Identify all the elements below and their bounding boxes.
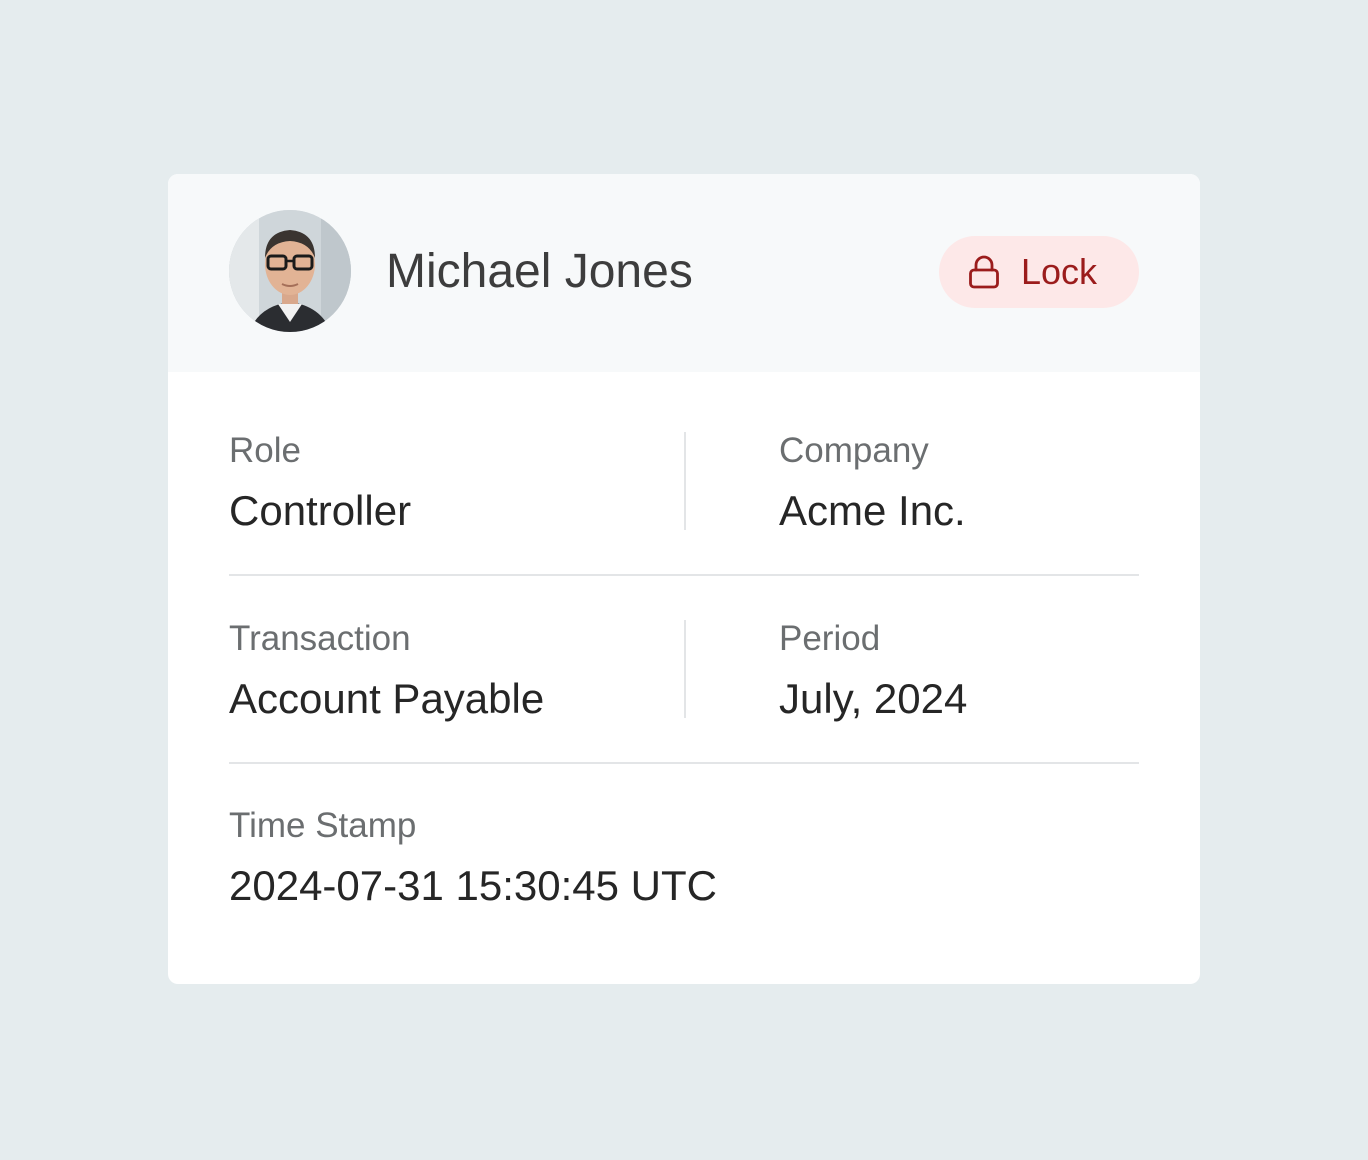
transaction-field: Transaction Account Payable (229, 619, 669, 723)
timestamp-field: Time Stamp 2024-07-31 15:30:45 UTC (229, 806, 929, 910)
timestamp-value: 2024-07-31 15:30:45 UTC (229, 862, 717, 909)
user-name: Michael Jones (386, 245, 693, 298)
role-field: Role Controller (229, 431, 669, 535)
role-value: Controller (229, 487, 412, 534)
period-value: July, 2024 (779, 675, 968, 722)
lock-icon (969, 255, 999, 289)
lock-button-label: Lock (1021, 251, 1098, 292)
company-value: Acme Inc. (779, 487, 966, 534)
avatar-photo (229, 210, 351, 332)
column-divider (684, 432, 686, 530)
card-header: Michael Jones Lock (168, 174, 1200, 372)
row-divider (229, 762, 1139, 764)
period-field: Period July, 2024 (779, 619, 1200, 723)
company-field: Company Acme Inc. (779, 431, 1200, 535)
timestamp-label: Time Stamp (229, 806, 417, 845)
lock-button[interactable]: Lock (939, 236, 1139, 308)
avatar (229, 210, 351, 332)
period-label: Period (779, 619, 881, 658)
user-details-card: Michael Jones Lock Role Controller Compa… (168, 174, 1200, 984)
transaction-label: Transaction (229, 619, 411, 658)
row-divider (229, 574, 1139, 576)
column-divider (684, 620, 686, 718)
transaction-value: Account Payable (229, 675, 545, 722)
company-label: Company (779, 431, 929, 470)
role-label: Role (229, 431, 301, 470)
